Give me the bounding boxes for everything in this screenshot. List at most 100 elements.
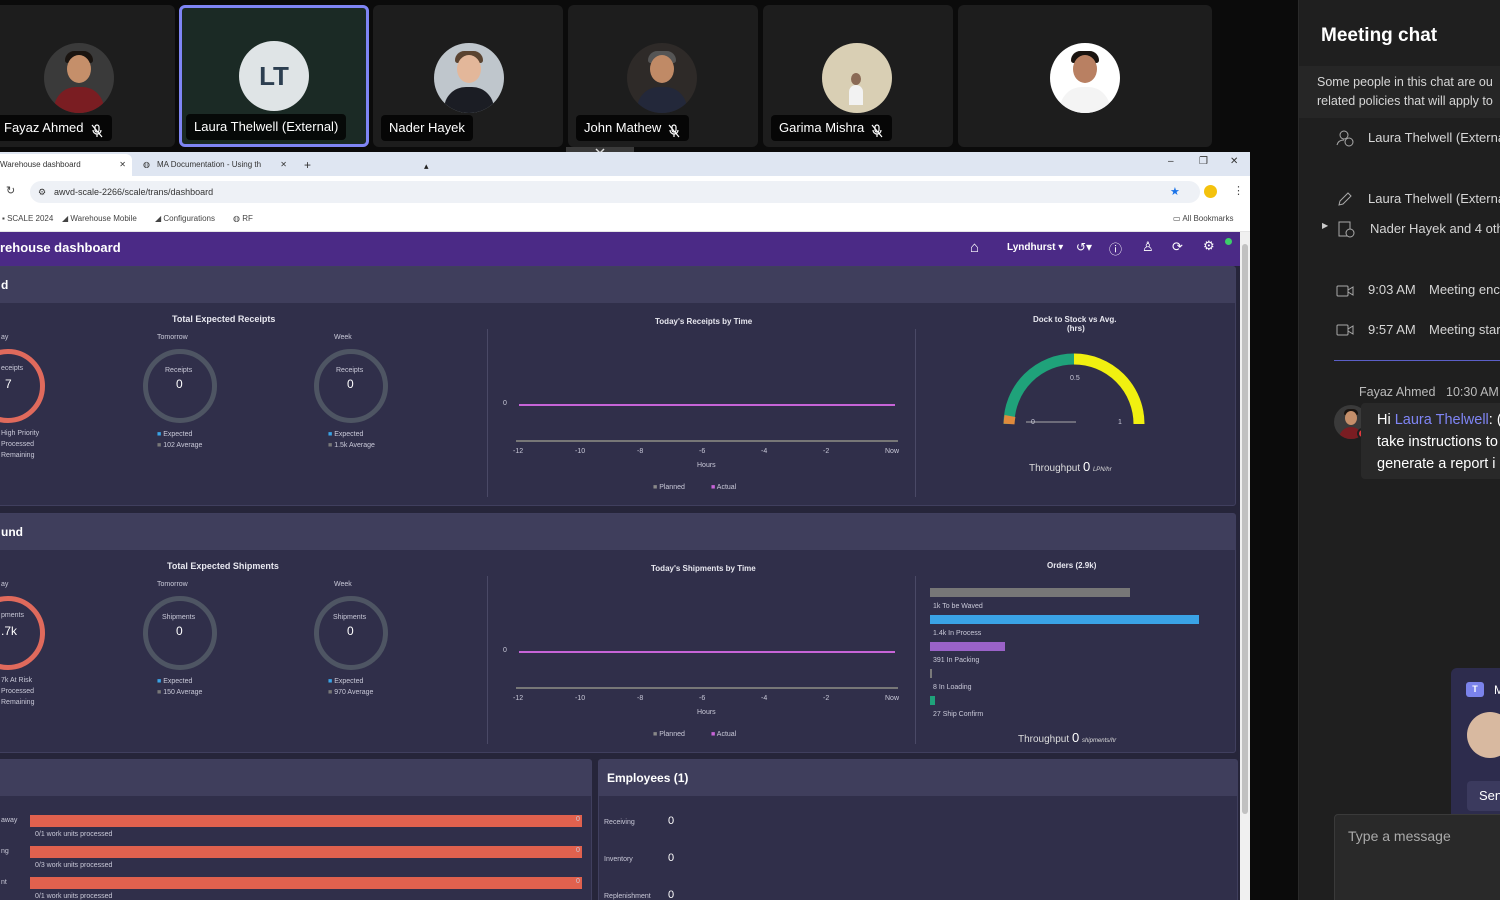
participant-name-tag: John Mathew	[576, 115, 690, 141]
help-icon[interactable]: ⓘ	[1109, 239, 1122, 258]
dock-to-stock-gauge	[1003, 353, 1145, 425]
compose-placeholder: Type a message	[1348, 828, 1451, 844]
orders-bar-ship-confirm[interactable]	[930, 696, 935, 705]
location-selector[interactable]: Lyndhurst ▾	[1007, 242, 1063, 253]
divider	[915, 576, 916, 744]
participant-tile-garima[interactable]: Garima Mishra	[763, 5, 953, 147]
mic-muted-icon	[667, 121, 681, 138]
x-tick-label: -4	[761, 448, 768, 455]
message-sender: Fayaz Ahmed	[1359, 385, 1436, 399]
participant-name-tag: Fayaz Ahmed	[0, 115, 112, 141]
work-panel: away 0 0/1 work units processed ng 0 0/3…	[0, 759, 592, 900]
avatar	[1467, 712, 1500, 758]
pencil-icon	[1338, 192, 1352, 206]
minimize-button[interactable]: –	[1168, 156, 1174, 167]
chat-divider	[1334, 360, 1500, 361]
inbound-panel: d Total Expected Receipts ay Tomorrow We…	[0, 266, 1236, 506]
x-axis-ticks: -12 -10 -8 -6 -4 -2 Now	[513, 695, 906, 705]
video-icon	[1336, 324, 1354, 336]
divider	[487, 329, 488, 497]
history-icon[interactable]: ↺▾	[1076, 240, 1092, 254]
close-icon[interactable]: ✕	[119, 154, 126, 176]
work-bar-putaway[interactable]	[30, 815, 582, 827]
extension-icon[interactable]	[1204, 185, 1217, 198]
close-icon[interactable]: ✕	[280, 154, 287, 176]
employees-header: Employees (1)	[599, 760, 1237, 796]
work-bar-replenishment[interactable]	[30, 877, 582, 889]
all-bookmarks[interactable]: ▭ All Bookmarks	[1173, 214, 1233, 223]
toast-send-button[interactable]: Sen	[1467, 781, 1500, 811]
inbound-throughput: Throughput 0 LPN/hr	[1029, 459, 1112, 474]
participant-tile-nader[interactable]: Nader Hayek	[373, 5, 563, 147]
new-tab-button[interactable]: +	[298, 154, 318, 176]
cursor-icon: ▴	[424, 161, 429, 171]
orders-bar-to-be-waved[interactable]	[930, 588, 1130, 597]
compose-box[interactable]: Type a message	[1334, 814, 1500, 900]
participant-tile-john[interactable]: John Mathew	[568, 5, 758, 147]
outbound-header: und	[0, 514, 1235, 550]
page-scrollbar[interactable]	[1240, 232, 1250, 900]
mention-link[interactable]: Laura Thelwell	[1395, 412, 1489, 428]
home-icon[interactable]: ⌂	[970, 239, 979, 256]
x-tick-label: -8	[637, 695, 644, 702]
app-header: rehouse dashboard ⌂ Lyndhurst ▾ ↺▾ ⓘ ♙ ⟳…	[0, 232, 1240, 266]
receipts-chart-title: Today's Receipts by Time	[655, 317, 753, 326]
dashboard-content: d Total Expected Receipts ay Tomorrow We…	[0, 266, 1240, 900]
url-input[interactable]: ⚙ awvd-scale-2266/scale/trans/dashboard ★	[30, 181, 1200, 203]
outbound-panel: und Total Expected Shipments ay Tomorrow…	[0, 513, 1236, 753]
x-tick-label: -8	[637, 448, 644, 455]
actual-line	[519, 651, 895, 653]
bookmark-rf[interactable]: ◍ RF	[233, 214, 253, 223]
bookmarks-bar: ▪ SCALE 2024 ◢ Warehouse Mobile ◢ Config…	[0, 208, 1250, 232]
receipts-title: Total Expected Receipts	[172, 314, 276, 324]
bookmark-star-icon[interactable]: ★	[1170, 181, 1180, 203]
tab-ma-documentation[interactable]: ◍ MA Documentation - Using th ✕	[137, 154, 291, 176]
avatar	[1050, 43, 1120, 113]
close-window-button[interactable]: ✕	[1230, 156, 1238, 167]
orders-bar-in-process[interactable]	[930, 615, 1199, 624]
avatar-initials: LT	[239, 41, 309, 111]
avatar	[822, 43, 892, 113]
divider	[487, 576, 488, 744]
refresh-icon[interactable]: ⟳	[1172, 239, 1183, 255]
browser-menu-icon[interactable]: ⋮	[1233, 184, 1244, 197]
tab-warehouse-dashboard[interactable]: Warehouse dashboard ✕	[0, 154, 132, 176]
site-info-icon[interactable]: ⚙	[38, 181, 46, 203]
participant-tile-laura[interactable]: LT Laura Thelwell (External)	[179, 5, 369, 147]
avatar	[434, 43, 504, 113]
file-add-icon	[1338, 221, 1355, 238]
x-tick-label: -4	[761, 695, 768, 702]
participant-name-tag: Laura Thelwell (External)	[186, 114, 347, 140]
x-tick-label: -12	[513, 695, 524, 702]
x-tick-label: Now	[885, 695, 900, 702]
teams-notification-toast[interactable]: T M Sen	[1451, 668, 1500, 831]
x-tick-label: -2	[823, 695, 830, 702]
x-tick-label: -2	[823, 448, 830, 455]
reload-icon[interactable]: ↻	[6, 184, 15, 197]
participant-tile-fayaz[interactable]: Fayaz Ahmed	[0, 5, 175, 147]
shipments-title: Total Expected Shipments	[167, 561, 279, 571]
divider	[915, 329, 916, 497]
bookmark-configurations[interactable]: ◢ Configurations	[155, 214, 215, 223]
participant-tile-unnamed[interactable]	[958, 5, 1212, 147]
restore-button[interactable]: ❐	[1199, 156, 1208, 167]
x-tick-label: -6	[699, 695, 706, 702]
mic-muted-icon	[870, 121, 884, 138]
mic-muted-icon	[90, 121, 104, 138]
external-notice	[1299, 66, 1500, 118]
browser-tab-bar: Warehouse dashboard ✕ ◍ MA Documentation -…	[0, 152, 1250, 176]
bookmark-warehouse-mobile[interactable]: ◢ Warehouse Mobile	[62, 214, 137, 223]
user-icon[interactable]: ♙	[1142, 239, 1154, 255]
settings-icon[interactable]: ⚙	[1203, 238, 1215, 254]
x-tick-label: Now	[885, 448, 900, 455]
inbound-header: d	[0, 267, 1235, 303]
avatar	[627, 43, 697, 113]
work-bar-picking[interactable]	[30, 846, 582, 858]
orders-bar-in-loading[interactable]	[930, 669, 932, 678]
expand-arrow-icon[interactable]: ▶	[1322, 221, 1328, 230]
message-time: 10:30 AM	[1446, 385, 1499, 399]
participant-name-tag: Garima Mishra	[771, 115, 893, 141]
chat-title: Meeting chat	[1321, 25, 1438, 46]
bookmark-scale[interactable]: ▪ SCALE 2024	[2, 214, 53, 223]
orders-bar-in-packing[interactable]	[930, 642, 1005, 651]
